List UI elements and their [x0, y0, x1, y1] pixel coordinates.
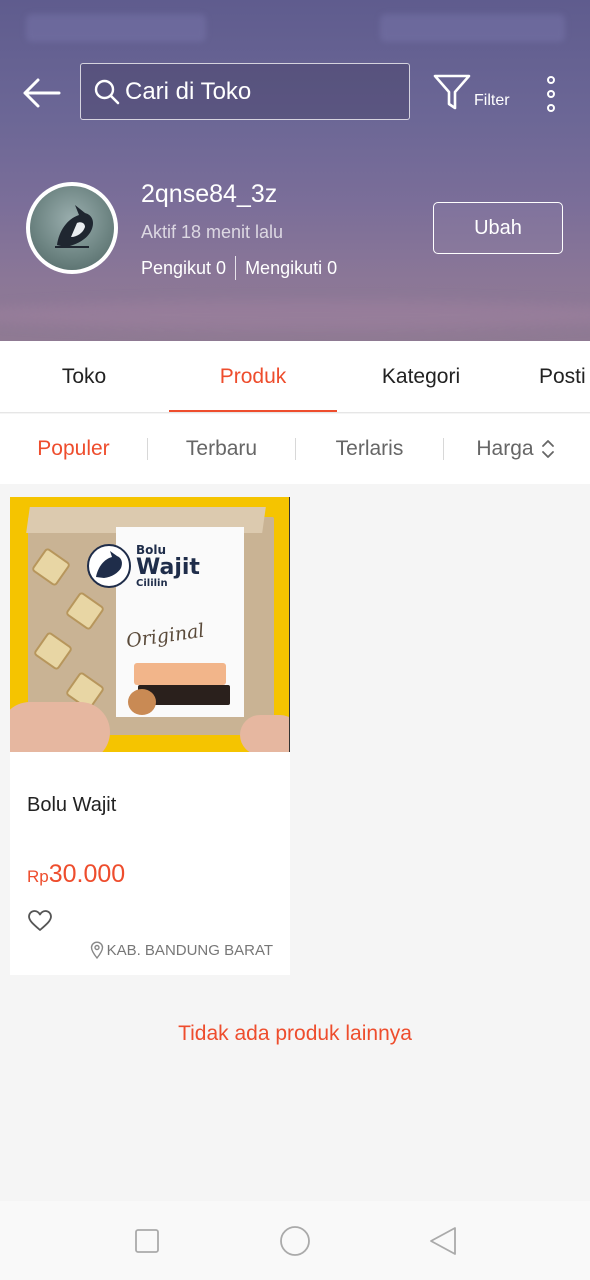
sort-terlaris[interactable]: Terlaris [296, 414, 443, 484]
hand-illustration [10, 702, 110, 752]
back-button[interactable] [18, 70, 64, 116]
cake-roll-illustration [128, 689, 156, 715]
shop-active-status: Aktif 18 menit lalu [141, 222, 284, 242]
shop-name: 2qnse84_3z [141, 180, 278, 208]
product-card[interactable]: Bolu Wajit Cililin Original Bolu Wajit R… [10, 497, 290, 975]
more-dot-icon [547, 104, 555, 112]
hand-illustration [240, 715, 290, 752]
search-placeholder: Cari di Toko [125, 77, 252, 105]
heart-icon [28, 910, 52, 931]
tab-produk[interactable]: Produk [169, 341, 337, 412]
shop-tabs: Toko Produk Kategori Posti [0, 341, 590, 413]
triangle-back-icon [430, 1227, 456, 1255]
shop-avatar[interactable] [26, 182, 118, 274]
system-nav-bar [0, 1201, 590, 1280]
bird-logo-icon [30, 186, 114, 270]
more-dot-icon [547, 90, 555, 98]
search-icon [93, 78, 121, 106]
more-dot-icon [547, 76, 555, 84]
image-edge [289, 497, 290, 752]
sort-terbaru[interactable]: Terbaru [148, 414, 295, 484]
header-cloud [0, 300, 590, 330]
price-currency: Rp [27, 867, 49, 886]
status-bar-right [380, 14, 565, 42]
system-back-button[interactable] [425, 1223, 461, 1259]
product-brand: Bolu Wajit Cililin [136, 543, 200, 589]
tab-postingan[interactable]: Posti [505, 341, 590, 412]
shop-header: Cari di Toko Filter 2qnse84_3z Aktif 18 … [0, 0, 590, 341]
tab-toko[interactable]: Toko [0, 341, 168, 412]
filter-button[interactable]: Filter [432, 70, 517, 116]
edit-shop-button[interactable]: Ubah [433, 202, 563, 254]
like-button[interactable] [27, 909, 53, 933]
more-options-button[interactable] [536, 72, 566, 116]
tab-kategori[interactable]: Kategori [337, 341, 505, 412]
search-input[interactable]: Cari di Toko [80, 63, 410, 120]
followers-count[interactable]: Pengikut 0 [141, 258, 226, 279]
sort-arrows-icon [541, 440, 554, 458]
sort-harga-label: Harga [476, 437, 534, 460]
recent-apps-button[interactable] [129, 1223, 165, 1259]
product-title: Bolu Wajit [27, 794, 117, 816]
location-pin-icon [90, 941, 103, 959]
cake-illustration [134, 663, 226, 685]
follow-divider [235, 256, 237, 280]
follow-stats: Pengikut 0 Mengikuti 0 [141, 256, 337, 280]
arrow-left-icon [23, 78, 61, 108]
price-value: 30.000 [48, 860, 126, 888]
square-icon [135, 1229, 159, 1253]
circle-icon [280, 1226, 310, 1256]
sort-harga[interactable]: Harga [444, 414, 590, 484]
filter-icon [433, 74, 471, 110]
product-price: Rp 30.000 [27, 860, 125, 889]
filter-label: Filter [474, 92, 510, 109]
following-count[interactable]: Mengikuti 0 [245, 258, 337, 279]
product-image: Bolu Wajit Cililin Original [10, 497, 290, 752]
home-button[interactable] [277, 1223, 313, 1259]
location-text: KAB. BANDUNG BARAT [106, 941, 273, 959]
sort-bar: Populer Terbaru Terlaris Harga [0, 414, 590, 484]
brand-bird-icon [87, 544, 131, 588]
sort-populer[interactable]: Populer [0, 414, 147, 484]
product-location: KAB. BANDUNG BARAT [90, 941, 273, 959]
end-of-list-message: Tidak ada produk lainnya [178, 1022, 412, 1045]
status-bar-left [26, 14, 206, 42]
